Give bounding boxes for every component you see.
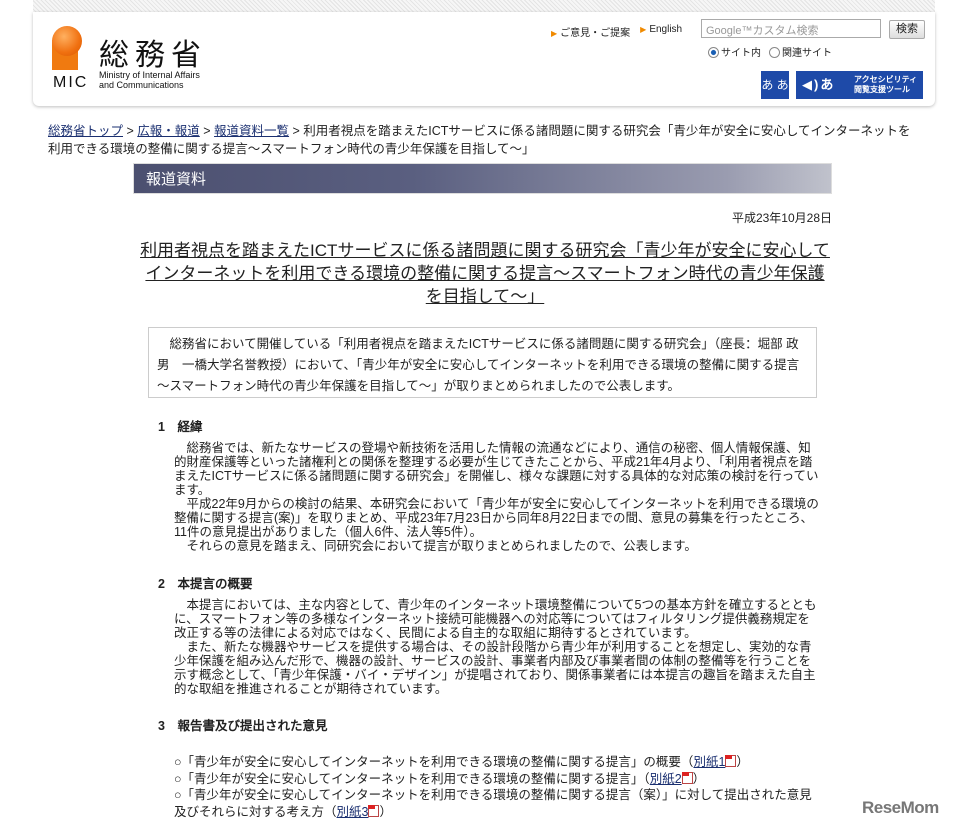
acc-line: 閲覧支援ツール <box>854 85 910 94</box>
logo-en-line: Ministry of Internal Affairs <box>99 70 200 80</box>
item-text: ○「青少年が安全に安心してインターネットを利用できる環境の整備に関する提言」の概… <box>174 755 694 769</box>
section-summary: 2 本提言の概要 本提言においては、主な内容として、青少年のインターネット環境整… <box>158 573 819 696</box>
attachment-link[interactable]: 別紙2 <box>650 772 682 786</box>
item-text: ○「青少年が安全に安心してインターネットを利用できる環境の整備に関する提言（案）… <box>174 788 812 819</box>
item-text: ○「青少年が安全に安心してインターネットを利用できる環境の整備に関する提言」（ <box>174 771 650 786</box>
english-link[interactable]: English <box>640 24 682 39</box>
paragraph: 平成22年9月からの検討の結果、本研究会において「青少年が安全に安心してインター… <box>174 497 819 539</box>
list-item: ○「青少年が安全に安心してインターネットを利用できる環境の整備に関する提言」（別… <box>174 771 824 788</box>
site-header: 総務省 MIC Ministry of Internal Affairs and … <box>33 12 935 106</box>
speaker-icon: ◀)あ <box>802 77 836 92</box>
pdf-icon[interactable] <box>681 771 693 784</box>
item-close: ） <box>692 771 706 786</box>
search-input[interactable]: Google™カスタム検索 <box>701 19 881 38</box>
radio-label: サイト内 <box>721 48 761 59</box>
logo-abbr: MIC <box>53 74 89 91</box>
acc-line: アクセシビリティ <box>854 75 918 84</box>
radio-label: 関連サイト <box>782 48 832 59</box>
font-size-button[interactable]: あ あ <box>761 71 789 99</box>
attachment-link[interactable]: 別紙1 <box>693 755 725 769</box>
item-close: ） <box>736 755 749 769</box>
list-item: ○「青少年が安全に安心してインターネットを利用できる環境の整備に関する提言」の概… <box>174 754 824 771</box>
section-heading: 3 報告書及び提出された意見 <box>158 719 328 733</box>
paragraph: 総務省では、新たなサービスの登場や新技術を活用した情報の流通などにより、通信の秘… <box>174 441 819 497</box>
radio-icon[interactable] <box>769 47 780 58</box>
radio-site[interactable]: サイト内 <box>708 44 761 59</box>
section-heading: 2 本提言の概要 <box>158 577 253 591</box>
pdf-icon[interactable] <box>368 804 380 817</box>
section-heading: 1 経緯 <box>158 420 203 434</box>
attachment-link[interactable]: 別紙3 <box>337 805 369 819</box>
paragraph: また、新たな機器やサービスを提供する場合は、その設計段階から青少年が利用すること… <box>174 640 816 696</box>
feedback-link[interactable]: ご意見・ご提案 <box>551 24 630 39</box>
breadcrumb-link[interactable]: 広報・報道 <box>137 124 200 138</box>
paragraph: 本提言においては、主な内容として、青少年のインターネット環境整備について5つの基… <box>174 598 817 640</box>
logo-japanese[interactable]: 総務省 <box>99 30 207 74</box>
breadcrumb: 総務省トップ > 広報・報道 > 報道資料一覧 > 利用者視点を踏まえたICTサ… <box>48 124 911 156</box>
breadcrumb-link[interactable]: 報道資料一覧 <box>214 124 289 138</box>
summary-box: 総務省において開催している「利用者視点を踏まえたICTサービスに係る諸問題に関す… <box>148 327 817 398</box>
breadcrumb-link[interactable]: 総務省トップ <box>48 124 123 138</box>
press-release-bar: 報道資料 <box>133 163 832 194</box>
radio-related[interactable]: 関連サイト <box>769 44 832 59</box>
pdf-icon[interactable] <box>725 755 737 767</box>
paragraph: それらの意見を踏まえ、同研究会において提言が取りまとめられましたので、公表します… <box>186 539 697 553</box>
header-links: ご意見・ご提案 English <box>551 24 682 39</box>
accessibility-tool-button[interactable]: ◀)あ アクセシビリティ 閲覧支援ツール <box>796 71 923 99</box>
logo-en-line: and Communications <box>99 80 184 90</box>
list-item: ○「青少年が安全に安心してインターネットを利用できる環境の整備に関する提言（案）… <box>174 787 824 820</box>
page-title: 利用者視点を踏まえたICTサービスに係る諸問題に関する研究会「青少年が安全に安心… <box>140 241 830 306</box>
logo-english: Ministry of Internal Affairs and Communic… <box>99 70 200 90</box>
resemom-watermark: ReseMom <box>862 798 939 817</box>
search-button[interactable]: 検索 <box>889 20 925 39</box>
section-reports: 3 報告書及び提出された意見 ○「青少年が安全に安心してインターネットを利用でき… <box>158 715 824 820</box>
mic-logo-icon[interactable] <box>52 26 86 70</box>
item-close: ） <box>379 804 392 819</box>
radio-icon[interactable] <box>708 47 719 58</box>
search-scope: サイト内 関連サイト <box>708 44 832 59</box>
section-background: 1 経緯 総務省では、新たなサービスの登場や新技術を活用した情報の流通などにより… <box>158 416 819 553</box>
release-date: 平成23年10月28日 <box>731 211 832 225</box>
